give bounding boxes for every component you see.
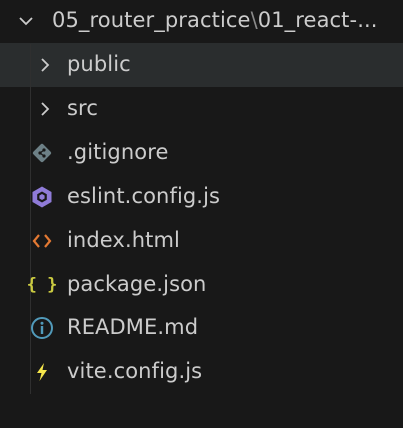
folder-subpath: 01_react-... [257,8,378,32]
json-icon: { } [26,275,58,295]
tree-item-label: README.md [67,315,199,339]
tree-item-label: package.json [67,272,207,296]
git-icon [29,140,55,166]
folder-title: 05_router_practice\01_react-... [52,8,378,32]
html-icon [29,228,55,254]
tree-item-public[interactable]: public [0,43,403,87]
tree-item-label: src [67,96,98,120]
tree-item-eslint-config[interactable]: eslint.config.js [0,175,403,219]
tree-item-src[interactable]: src [0,87,403,131]
tree-item-label: .gitignore [67,140,169,164]
folder-header[interactable]: 05_router_practice\01_react-... [0,0,403,42]
tree-item-index-html[interactable]: index.html [0,219,403,263]
file-explorer: 05_router_practice\01_react-... public s… [0,0,403,428]
tree-item-label: vite.config.js [67,359,203,383]
tree-item-label: index.html [67,228,180,252]
chevron-right-icon[interactable] [35,99,55,119]
eslint-icon [29,184,55,210]
folder-name: 05_router_practice [52,8,251,32]
info-icon [29,315,55,341]
tree-item-gitignore[interactable]: .gitignore [0,131,403,175]
tree-item-label: public [67,52,131,76]
chevron-right-icon[interactable] [35,55,55,75]
tree-item-label: eslint.config.js [67,184,221,208]
tree-item-vite-config[interactable]: vite.config.js [0,350,403,394]
vite-icon [29,359,55,385]
chevron-down-icon[interactable] [16,11,36,31]
tree-item-package-json[interactable]: { } package.json [0,263,403,307]
tree-item-readme[interactable]: README.md [0,306,403,350]
path-separator: \ [250,8,258,32]
